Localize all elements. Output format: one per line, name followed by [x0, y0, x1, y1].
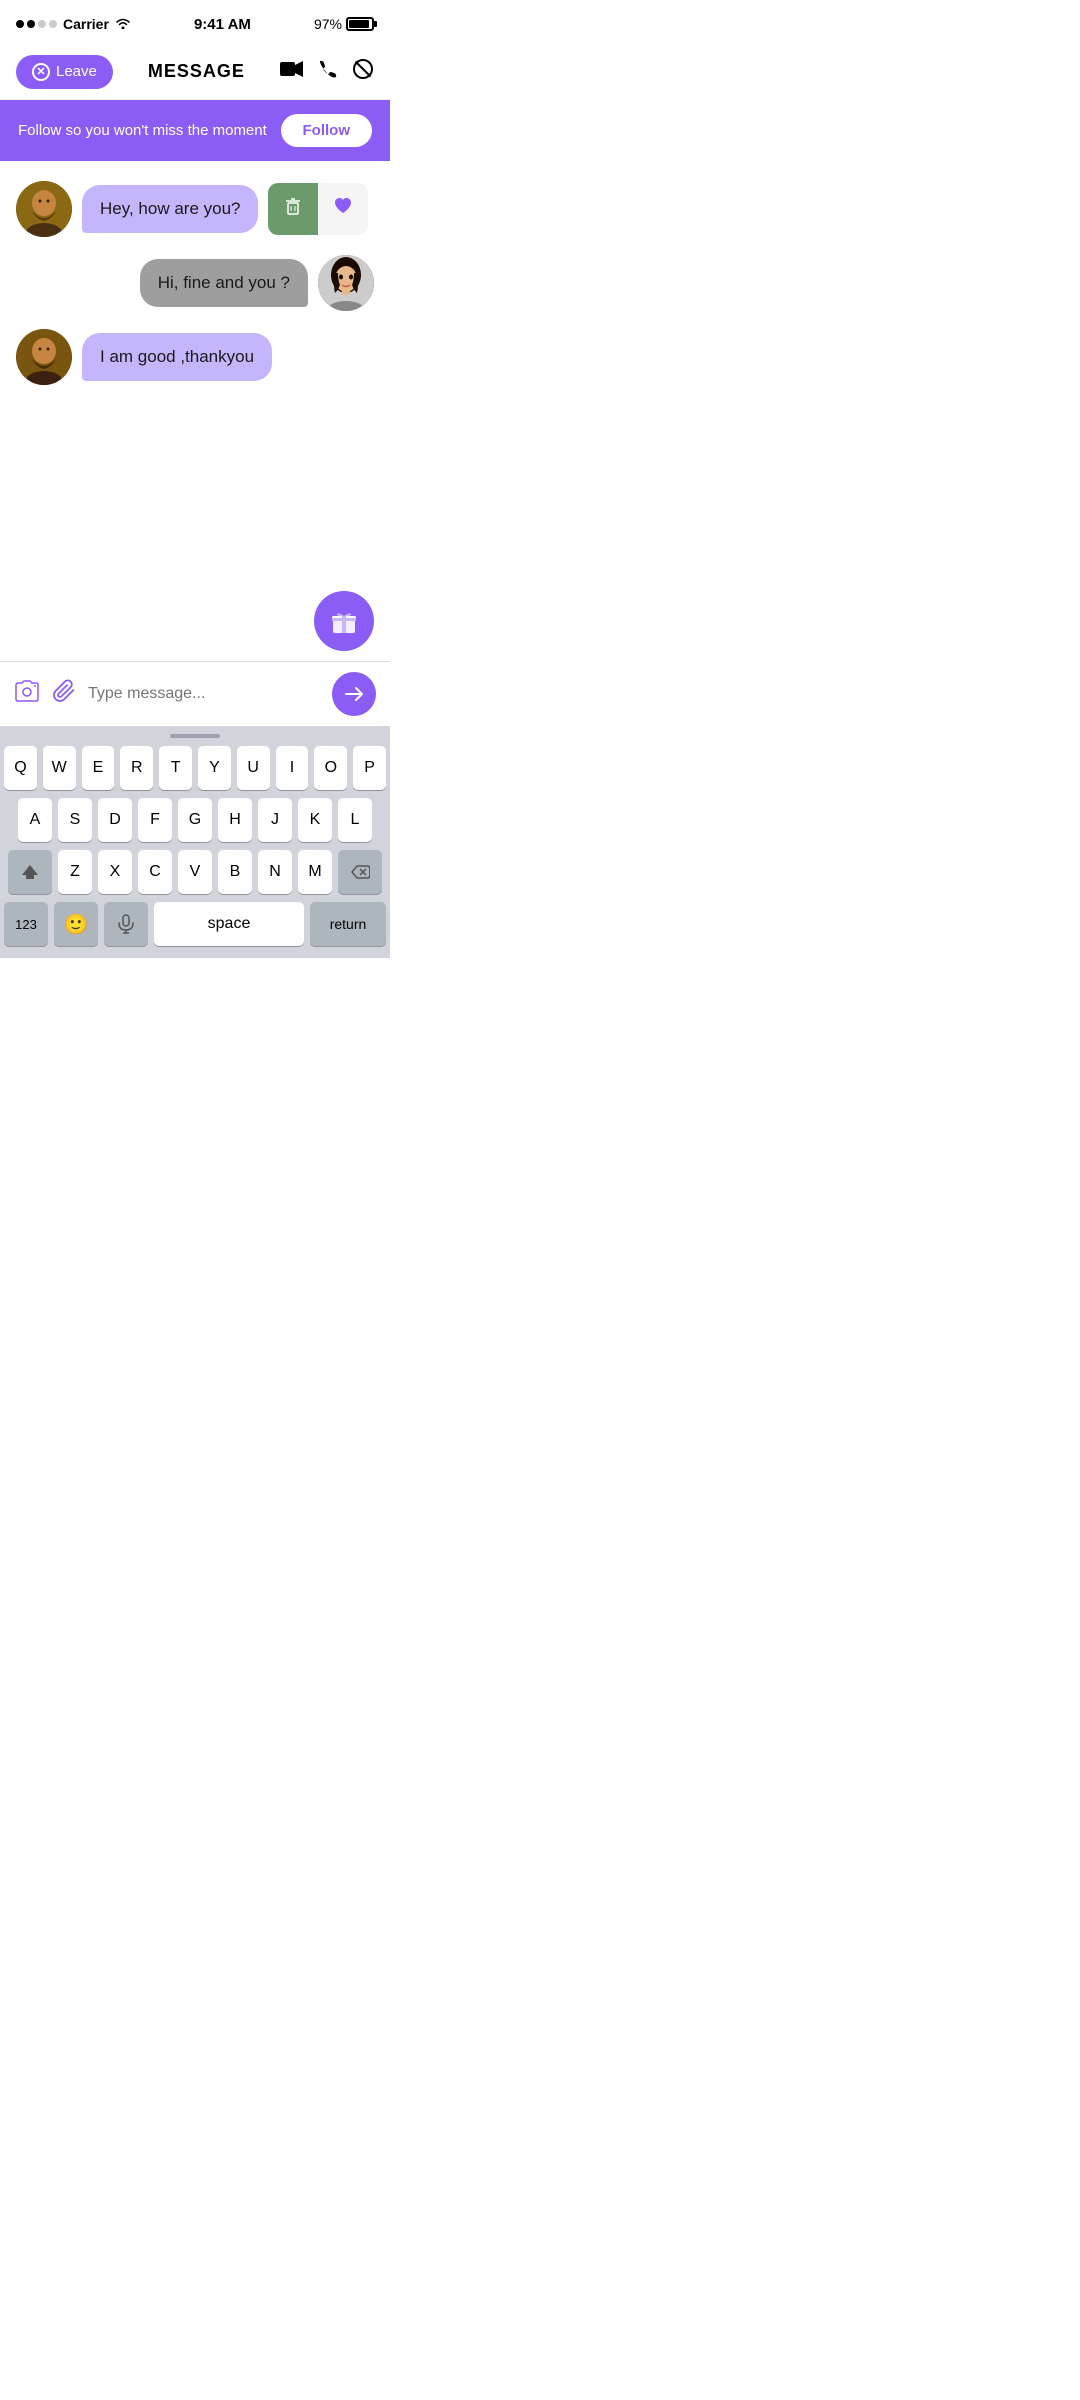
avatar-man-1[interactable] — [16, 181, 72, 237]
chat-area: Hey, how are you? — [0, 161, 390, 581]
carrier-label: Carrier — [63, 16, 109, 32]
key-e[interactable]: E — [82, 746, 115, 790]
keyboard-swipe — [4, 734, 386, 738]
status-right: 97% — [314, 16, 374, 32]
key-n[interactable]: N — [258, 850, 292, 894]
key-f[interactable]: F — [138, 798, 172, 842]
key-t[interactable]: T — [159, 746, 192, 790]
send-button[interactable] — [332, 672, 376, 716]
key-u[interactable]: U — [237, 746, 270, 790]
leave-button[interactable]: ✕ Leave — [16, 55, 113, 89]
swipe-bar — [170, 734, 220, 738]
key-y[interactable]: Y — [198, 746, 231, 790]
message-text-3: I am good ,thankyou — [100, 347, 254, 366]
camera-icon[interactable] — [14, 680, 40, 708]
key-i[interactable]: I — [276, 746, 309, 790]
leave-label: Leave — [56, 63, 97, 80]
wifi-icon — [115, 16, 131, 32]
nav-title: MESSAGE — [148, 61, 245, 82]
bubble-message-1: Hey, how are you? — [82, 185, 258, 233]
delete-action[interactable] — [268, 183, 318, 235]
avatar-man-2[interactable] — [16, 329, 72, 385]
gift-button[interactable] — [314, 591, 374, 651]
message-row-3: I am good ,thankyou — [16, 329, 374, 385]
keyboard-row-3: Z X C V B N M — [4, 850, 386, 894]
avatar-woman[interactable] — [318, 255, 374, 311]
key-r[interactable]: R — [120, 746, 153, 790]
key-b[interactable]: B — [218, 850, 252, 894]
nav-actions — [280, 58, 374, 86]
key-s[interactable]: S — [58, 798, 92, 842]
key-g[interactable]: G — [178, 798, 212, 842]
keyboard-row-1: Q W E R T Y U I O P — [4, 746, 386, 790]
attachment-icon[interactable] — [52, 679, 76, 709]
key-m[interactable]: M — [298, 850, 332, 894]
follow-button[interactable]: Follow — [281, 114, 373, 147]
battery-icon — [346, 17, 374, 31]
key-p[interactable]: P — [353, 746, 386, 790]
signal-dot-2 — [27, 20, 35, 28]
leave-x-icon: ✕ — [32, 63, 50, 81]
key-h[interactable]: H — [218, 798, 252, 842]
follow-banner-text: Follow so you won't miss the moment — [18, 122, 267, 139]
key-j[interactable]: J — [258, 798, 292, 842]
key-k[interactable]: K — [298, 798, 332, 842]
status-bar: Carrier 9:41 AM 97% — [0, 0, 390, 44]
message-row: Hey, how are you? — [16, 181, 374, 237]
key-l[interactable]: L — [338, 798, 372, 842]
video-icon[interactable] — [280, 60, 304, 84]
bubble-message-2: Hi, fine and you ? — [140, 259, 308, 307]
heart-action[interactable] — [318, 183, 368, 235]
key-emoji[interactable]: 🙂 — [54, 902, 98, 946]
key-d[interactable]: D — [98, 798, 132, 842]
key-q[interactable]: Q — [4, 746, 37, 790]
follow-banner: Follow so you won't miss the moment Foll… — [0, 100, 390, 161]
status-left: Carrier — [16, 16, 131, 32]
battery-percent: 97% — [314, 16, 342, 32]
battery-fill — [349, 20, 369, 28]
key-space[interactable]: space — [154, 902, 304, 946]
key-numbers[interactable]: 123 — [4, 902, 48, 946]
message-row-2: Hi, fine and you ? — [16, 255, 374, 311]
block-icon[interactable] — [352, 58, 374, 86]
signal-dot-1 — [16, 20, 24, 28]
message-input[interactable] — [88, 685, 320, 703]
input-area — [0, 662, 390, 726]
signal-dot-3 — [38, 20, 46, 28]
heart-icon — [332, 195, 354, 223]
nav-bar: ✕ Leave MESSAGE — [0, 44, 390, 100]
key-o[interactable]: O — [314, 746, 347, 790]
key-a[interactable]: A — [18, 798, 52, 842]
phone-icon[interactable] — [318, 59, 338, 85]
message-text-1: Hey, how are you? — [100, 199, 240, 218]
trash-icon — [282, 195, 304, 223]
key-delete[interactable] — [338, 850, 382, 894]
gift-area — [0, 581, 390, 661]
keyboard: Q W E R T Y U I O P A S D F G H J K L Z … — [0, 726, 390, 958]
message-text-2: Hi, fine and you ? — [158, 273, 290, 292]
key-v[interactable]: V — [178, 850, 212, 894]
message-actions — [268, 183, 368, 235]
key-shift[interactable] — [8, 850, 52, 894]
key-w[interactable]: W — [43, 746, 76, 790]
signal-dots — [16, 20, 57, 28]
key-c[interactable]: C — [138, 850, 172, 894]
key-x[interactable]: X — [98, 850, 132, 894]
key-z[interactable]: Z — [58, 850, 92, 894]
signal-dot-4 — [49, 20, 57, 28]
bubble-message-3: I am good ,thankyou — [82, 333, 272, 381]
keyboard-row-bottom: 123 🙂 space return — [4, 902, 386, 946]
keyboard-row-2: A S D F G H J K L — [4, 798, 386, 842]
key-mic[interactable] — [104, 902, 148, 946]
key-return[interactable]: return — [310, 902, 386, 946]
status-time: 9:41 AM — [194, 16, 251, 33]
